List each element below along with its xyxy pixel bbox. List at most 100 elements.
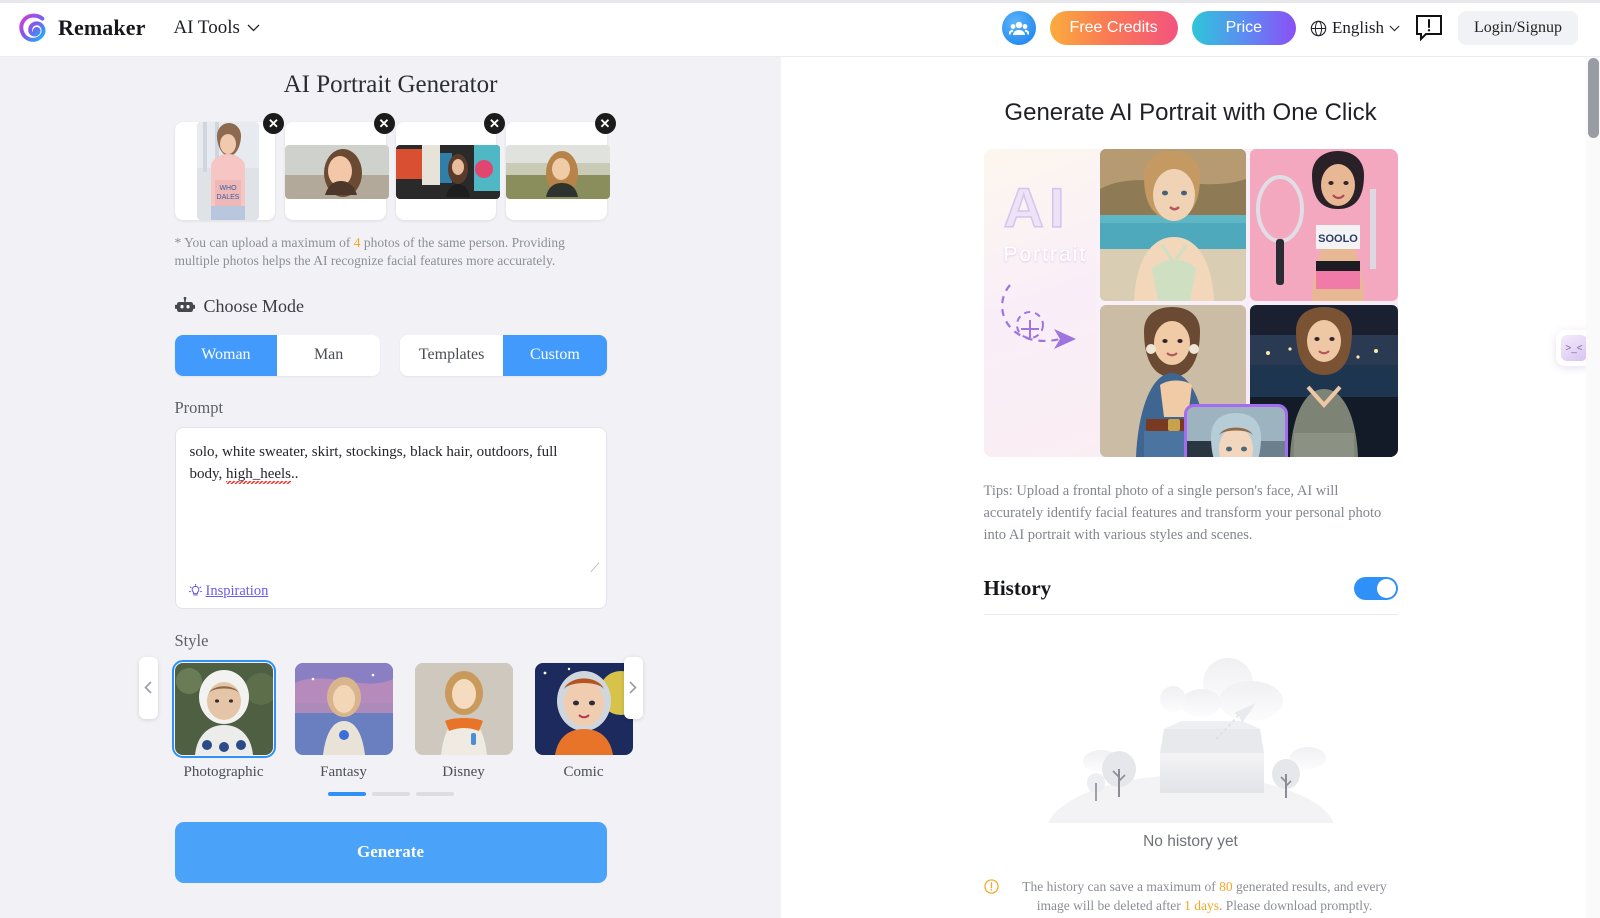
- style-option-comic[interactable]: Comic: [534, 662, 633, 781]
- warning-icon: [983, 879, 999, 894]
- prompt-text-misspelled: high_heels: [226, 466, 292, 485]
- header-actions: Free Credits Price English Login/Signup: [1001, 11, 1578, 45]
- history-note: The history can save a maximum of 80 gen…: [983, 877, 1404, 915]
- prompt-input[interactable]: solo, white sweater, skirt, stockings, b…: [174, 426, 607, 609]
- photo-thumbnail: [285, 145, 389, 199]
- prompt-text: solo, white sweater, skirt, stockings, b…: [190, 441, 580, 485]
- remaker-logo-icon: [19, 13, 46, 42]
- emoticon-face-icon: >_<: [1561, 335, 1587, 361]
- left-panel: AI Portrait Generator WHO DALES ✕ ✕ ✕ ✕ …: [0, 57, 781, 918]
- style-name: Comic: [563, 763, 604, 780]
- right-panel-title: Generate AI Portrait with One Click: [1004, 99, 1377, 126]
- right-content: AI Portrait SOOLO Tips: Upload a frontal…: [983, 149, 1398, 916]
- right-panel: Generate AI Portrait with One Click AI P…: [781, 57, 1600, 918]
- brand[interactable]: Remaker: [18, 13, 145, 43]
- free-credits-button[interactable]: Free Credits: [1049, 11, 1178, 45]
- style-carousel: Style Photographic Fantasy Disney Comic: [138, 630, 643, 796]
- style-name: Fantasy: [320, 763, 367, 780]
- brand-name: Remaker: [58, 15, 146, 40]
- history-header: History: [983, 576, 1398, 616]
- remove-photo-icon[interactable]: ✕: [594, 113, 616, 134]
- photo-thumbnail: [395, 145, 500, 199]
- people-icon[interactable]: [1001, 11, 1036, 45]
- pagination-dot-1[interactable]: [327, 791, 366, 796]
- style-thumbnail: [294, 662, 393, 755]
- login-signup-button[interactable]: Login/Signup: [1457, 11, 1578, 45]
- gender-option-woman[interactable]: Woman: [174, 334, 278, 376]
- nav-ai-tools-label: AI Tools: [173, 17, 240, 38]
- history-note-days: 1 days: [1184, 898, 1219, 914]
- hero-ai-text: AI: [1003, 175, 1070, 240]
- style-options: Photographic Fantasy Disney Comic: [171, 659, 633, 781]
- generate-button[interactable]: Generate: [174, 821, 607, 883]
- app-header: Remaker AI Tools Free Credits Price Engl…: [0, 0, 1600, 57]
- hero-photo-2: SOOLO: [1249, 149, 1398, 301]
- style-thumbnail: [171, 659, 276, 758]
- hero-ai-branding: AI Portrait: [983, 149, 1096, 457]
- left-content: WHO DALES ✕ ✕ ✕ ✕ * You can upload a max…: [138, 113, 643, 883]
- history-note-text: The history can save a maximum of 80 gen…: [1006, 877, 1404, 915]
- style-label: Style: [174, 630, 209, 650]
- language-selector[interactable]: English: [1310, 18, 1400, 38]
- uploaded-photos-list: WHO DALES ✕ ✕ ✕ ✕: [174, 113, 616, 220]
- hero-face-highlight: [1183, 404, 1288, 457]
- pagination-dot-2[interactable]: [371, 791, 410, 796]
- source-option-templates[interactable]: Templates: [400, 334, 504, 376]
- chevron-left-icon: [144, 681, 152, 694]
- style-option-disney[interactable]: Disney: [414, 662, 513, 781]
- svg-text:SOOLO: SOOLO: [1318, 233, 1358, 245]
- robot-icon: [174, 297, 195, 313]
- remove-photo-icon[interactable]: ✕: [373, 113, 395, 134]
- upload-note: * You can upload a maximum of 4 photos o…: [175, 234, 607, 270]
- language-label: English: [1332, 18, 1384, 37]
- empty-box-illustration: [1047, 658, 1334, 824]
- svg-text:DALES: DALES: [216, 194, 239, 201]
- history-note-c: . Please download promptly.: [1218, 898, 1373, 914]
- style-name: Disney: [442, 763, 485, 780]
- style-option-fantasy[interactable]: Fantasy: [294, 662, 393, 781]
- textarea-resize-handle[interactable]: ⟋: [590, 560, 599, 576]
- photo-thumbnail: WHO DALES: [196, 122, 259, 220]
- style-pagination: [175, 791, 607, 796]
- uploaded-photo-item[interactable]: ✕: [395, 113, 505, 220]
- uploaded-photo-item[interactable]: ✕: [285, 113, 395, 220]
- chevron-down-icon: [1389, 25, 1400, 31]
- globe-icon: [1310, 20, 1327, 36]
- window-top-edge: [0, 0, 1600, 3]
- history-note-count: 80: [1219, 879, 1233, 895]
- style-thumbnail: [534, 662, 633, 755]
- page-scrollbar-thumb[interactable]: [1588, 58, 1599, 138]
- style-thumbnail: [414, 662, 513, 755]
- style-option-photographic[interactable]: Photographic: [171, 659, 276, 781]
- uploaded-photo-item[interactable]: WHO DALES ✕: [174, 113, 284, 220]
- choose-mode-header: Choose Mode: [174, 295, 607, 317]
- hero-portrait-text: Portrait: [1003, 243, 1088, 266]
- history-title: History: [983, 576, 1052, 601]
- tips-text: Tips: Upload a frontal photo of a single…: [983, 483, 1382, 543]
- nav-ai-tools[interactable]: AI Tools: [173, 17, 260, 39]
- history-note-a: The history can save a maximum of: [1022, 879, 1220, 895]
- inspiration-label: Inspiration: [205, 582, 269, 599]
- history-toggle[interactable]: [1353, 577, 1398, 601]
- remove-photo-icon[interactable]: ✕: [484, 113, 505, 134]
- chevron-down-icon: [247, 24, 260, 32]
- pagination-dot-3[interactable]: [415, 791, 454, 796]
- page-title: AI Portrait Generator: [283, 71, 498, 98]
- choose-mode-label: Choose Mode: [203, 295, 305, 316]
- gender-option-man[interactable]: Man: [277, 334, 380, 376]
- photo-thumbnail: [506, 145, 610, 199]
- lightbulb-icon: [188, 584, 202, 596]
- page-scrollbar-track[interactable]: [1586, 57, 1600, 918]
- feedback-icon[interactable]: [1414, 13, 1444, 43]
- remove-photo-icon[interactable]: ✕: [263, 113, 284, 134]
- svg-text:WHO: WHO: [219, 185, 237, 192]
- mode-selectors: Woman Man Templates Custom: [174, 334, 607, 376]
- uploaded-photo-item[interactable]: ✕: [506, 113, 616, 220]
- style-next-button[interactable]: [623, 656, 643, 719]
- prompt-text-b: ..: [291, 466, 299, 483]
- empty-state-text: No history yet: [1143, 833, 1238, 851]
- inspiration-link[interactable]: Inspiration: [188, 582, 269, 600]
- source-option-custom[interactable]: Custom: [503, 334, 607, 376]
- price-button[interactable]: Price: [1191, 11, 1297, 45]
- style-prev-button[interactable]: [138, 656, 158, 719]
